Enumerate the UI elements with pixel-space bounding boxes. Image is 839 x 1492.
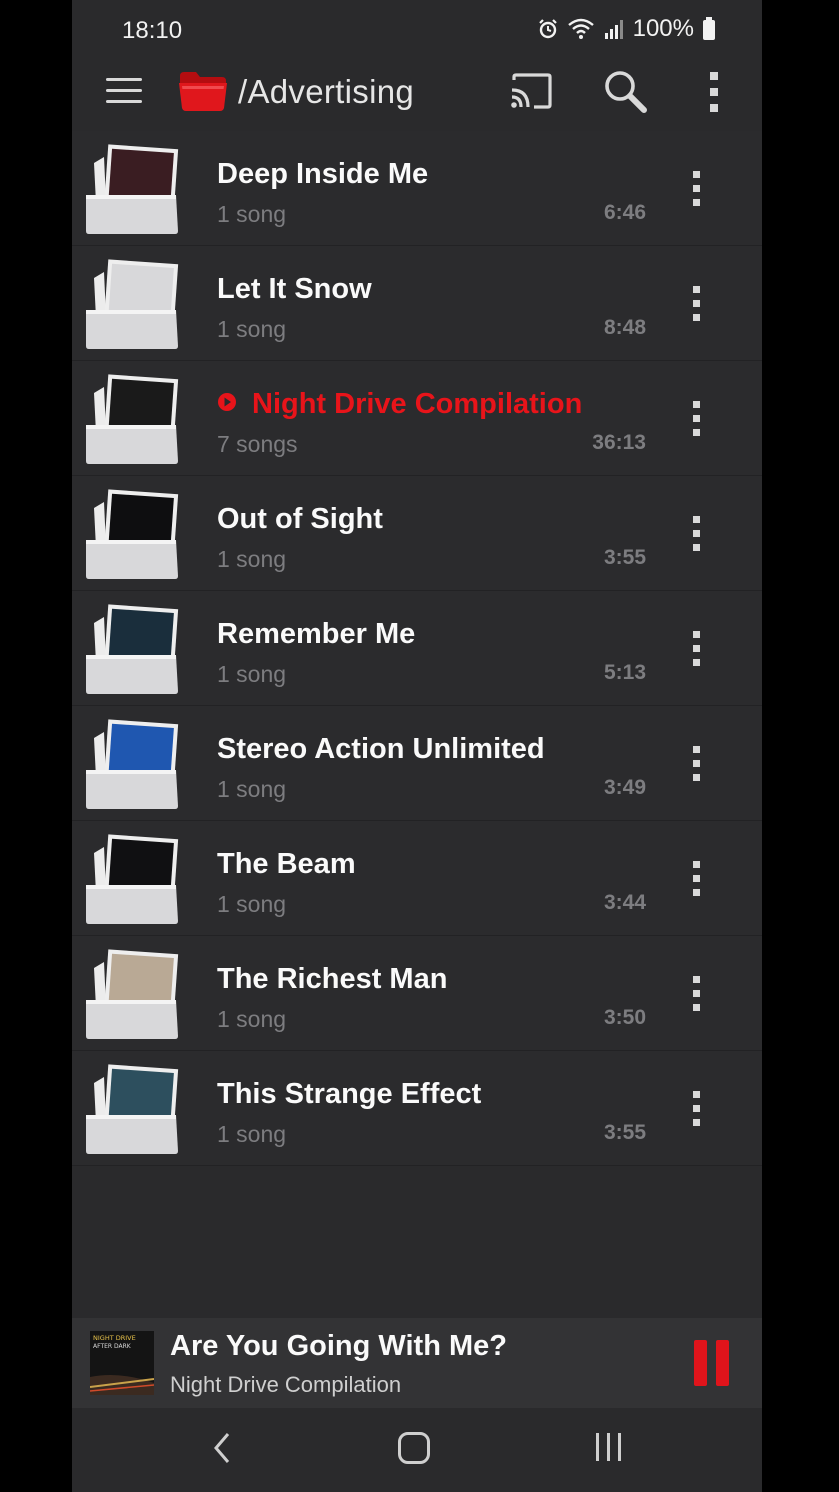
folder-song-count: 1 song [217, 546, 287, 572]
folder-song-count: 1 song [217, 316, 287, 342]
folder-song-count: 1 song [217, 201, 287, 227]
folder-duration: 8:48 [603, 316, 646, 339]
cast-icon[interactable] [508, 72, 554, 112]
folder-album-thumbnail [86, 834, 179, 924]
more-vert-icon[interactable] [684, 284, 710, 324]
folder-duration: 3:55 [603, 1121, 646, 1144]
folder-duration: 5:13 [603, 661, 646, 684]
folder-song-count: 1 song [217, 1006, 287, 1032]
more-vert-icon[interactable] [684, 399, 710, 439]
folder-album-thumbnail [86, 489, 179, 579]
now-playing-album-art: NIGHT DRIVE AFTER DARK [90, 1331, 154, 1395]
more-vert-icon[interactable] [684, 859, 710, 899]
system-navigation-bar [72, 1408, 762, 1492]
folder-duration: 3:50 [603, 1006, 646, 1029]
menu-icon[interactable] [106, 78, 142, 108]
folder-album-thumbnail [86, 374, 179, 464]
more-vert-icon[interactable] [684, 629, 710, 669]
folder-song-count: 7 songs [217, 431, 298, 457]
art-line-1: NIGHT DRIVE [93, 1334, 136, 1342]
now-playing-title: Are You Going With Me? [170, 1330, 507, 1362]
signal-icon [604, 20, 623, 39]
folder-duration: 3:49 [603, 776, 646, 799]
battery-icon [703, 17, 715, 40]
folder-title: Out of Sight [217, 503, 383, 535]
folder-duration: 3:44 [603, 891, 646, 914]
back-icon[interactable] [208, 1430, 238, 1466]
folder-list-item[interactable]: Remember Me 1 song 5:13 [72, 591, 762, 706]
art-line-2: AFTER DARK [93, 1343, 132, 1350]
folder-list-item[interactable]: The Richest Man 1 song 3:50 [72, 936, 762, 1051]
more-vert-icon[interactable] [684, 514, 710, 554]
folder-list-item[interactable]: Out of Sight 1 song 3:55 [72, 476, 762, 591]
folder-list-item[interactable]: Night Drive Compilation 7 songs 36:13 [72, 361, 762, 476]
alarm-icon [538, 19, 557, 39]
status-time: 18:10 [122, 17, 183, 44]
folder-duration: 6:46 [603, 201, 646, 224]
folder-duration: 3:55 [603, 546, 646, 569]
folder-album-thumbnail [86, 144, 179, 234]
folder-title: The Richest Man [217, 963, 448, 995]
status-icons: 100% [537, 15, 716, 43]
folder-list-item[interactable]: Stereo Action Unlimited 1 song 3:49 [72, 706, 762, 821]
folder-title: The Beam [217, 848, 356, 880]
folder-song-count: 1 song [217, 891, 287, 917]
folder-duration: 36:13 [592, 431, 646, 454]
now-playing-indicator-icon [218, 393, 236, 411]
folder-album-thumbnail [86, 604, 179, 694]
battery-percentage: 100% [632, 15, 694, 42]
folder-title: Remember Me [217, 618, 416, 650]
folder-list-item[interactable]: Let It Snow 1 song 8:48 [72, 246, 762, 361]
more-vert-icon[interactable] [700, 70, 728, 114]
folder-title: Stereo Action Unlimited [217, 733, 545, 765]
status-bar: 18:10 100% [72, 0, 762, 60]
folder-song-count: 1 song [217, 1121, 287, 1147]
folder-list: Deep Inside Me 1 song 6:46 Let It Snow 1 son… [72, 131, 762, 1166]
folder-song-count: 1 song [217, 661, 287, 687]
folder-title: Let It Snow [217, 273, 372, 305]
wifi-icon [567, 18, 594, 39]
top-app-bar: /Advertising [72, 60, 762, 132]
folder-icon [179, 72, 227, 111]
folder-album-thumbnail [86, 949, 179, 1039]
folder-album-thumbnail [86, 1064, 179, 1154]
folder-list-item[interactable]: The Beam 1 song 3:44 [72, 821, 762, 936]
more-vert-icon[interactable] [684, 974, 710, 1014]
now-playing-bar[interactable]: NIGHT DRIVE AFTER DARK Are You Going Wit… [72, 1318, 762, 1408]
folder-title: Night Drive Compilation [252, 388, 583, 420]
folder-title: This Strange Effect [217, 1078, 482, 1110]
folder-list-item[interactable]: This Strange Effect 1 song 3:55 [72, 1051, 762, 1166]
folder-list-item[interactable]: Deep Inside Me 1 song 6:46 [72, 131, 762, 246]
folder-song-count: 1 song [217, 776, 287, 802]
pause-icon[interactable] [694, 1340, 730, 1386]
recents-icon[interactable] [594, 1433, 624, 1463]
folder-path-title: /Advertising [238, 73, 415, 110]
more-vert-icon[interactable] [684, 169, 710, 209]
search-icon[interactable] [602, 68, 648, 114]
folder-album-thumbnail [86, 719, 179, 809]
folder-album-thumbnail [86, 259, 179, 349]
more-vert-icon[interactable] [684, 1089, 710, 1129]
home-icon[interactable] [398, 1432, 430, 1464]
more-vert-icon[interactable] [684, 744, 710, 784]
now-playing-album: Night Drive Compilation [170, 1372, 402, 1397]
app-screen: 18:10 100% /Advertising Deep Inside Me 1… [72, 0, 762, 1492]
folder-title: Deep Inside Me [217, 158, 429, 190]
